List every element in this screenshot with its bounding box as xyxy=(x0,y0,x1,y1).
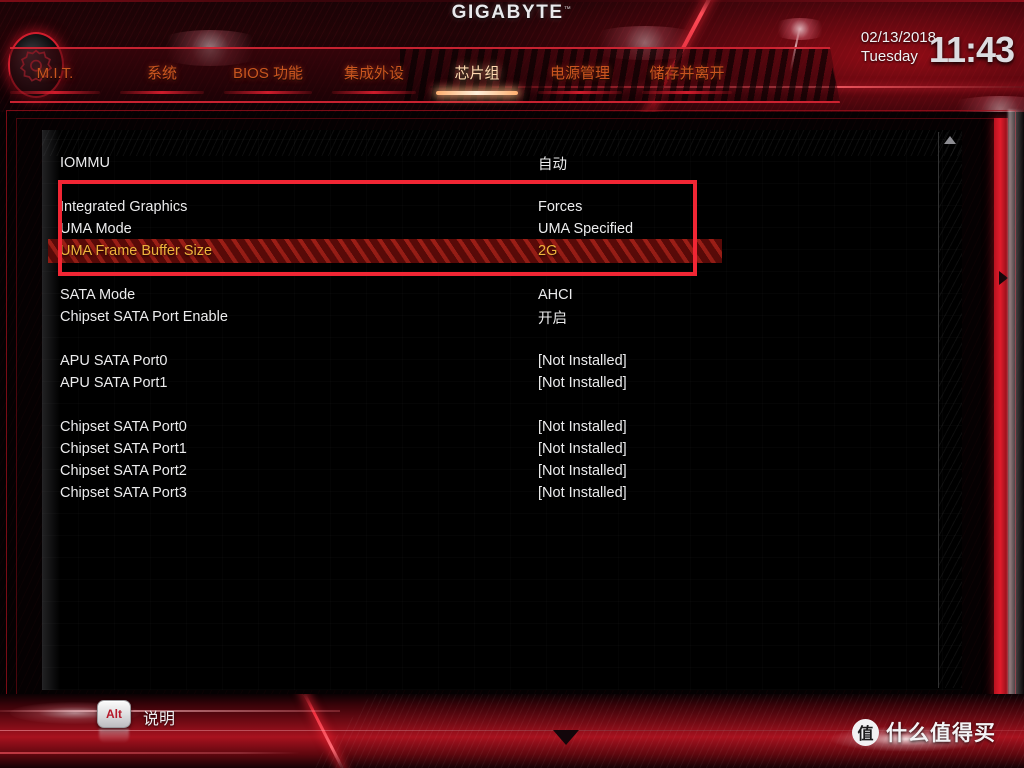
nav-tab-underline xyxy=(224,91,312,94)
settings-panel: IOMMU 自动 Integrated Graphics Forces UMA Mode… xyxy=(42,130,962,690)
setting-label: SATA Mode xyxy=(60,287,136,303)
nav-tab-label: 集成外设 xyxy=(343,65,404,82)
settings-row[interactable]: UMA Mode UMA Specified xyxy=(60,218,944,240)
setting-label: IOMMU xyxy=(60,155,110,171)
settings-row[interactable]: Chipset SATA Port3 [Not Installed] xyxy=(60,482,944,504)
settings-row[interactable]: APU SATA Port1 [Not Installed] xyxy=(60,372,944,394)
nav-tab-7[interactable]: 储存并离开 xyxy=(632,62,742,108)
nav-tab-label: 芯片组 xyxy=(454,65,500,82)
setting-value[interactable]: Forces xyxy=(538,199,582,215)
setting-value[interactable]: 开启 xyxy=(538,307,567,328)
settings-row[interactable]: Chipset SATA Port1 [Not Installed] xyxy=(60,438,944,460)
settings-row[interactable]: Integrated Graphics Forces xyxy=(60,196,944,218)
setting-value[interactable]: [Not Installed] xyxy=(538,375,627,391)
side-gloss-edge xyxy=(1008,110,1024,710)
trademark-symbol: ™ xyxy=(563,5,573,13)
side-red-strip xyxy=(994,118,1008,698)
watermark-badge-icon: 值 xyxy=(852,718,879,746)
alt-help-label: 说明 xyxy=(143,711,176,728)
scroll-down-arrow-icon[interactable] xyxy=(553,730,579,745)
setting-label: APU SATA Port0 xyxy=(60,353,168,369)
nav-tab-label: 电源管理 xyxy=(549,65,610,82)
alt-key-button[interactable]: Alt xyxy=(97,700,131,728)
settings-row[interactable]: Chipset SATA Port0 [Not Installed] xyxy=(60,416,944,438)
nav-tab-6[interactable]: 电源管理 xyxy=(528,62,632,108)
alt-key-reflection xyxy=(99,729,129,743)
nav-tab-underline xyxy=(120,91,204,94)
nav-tab-underline xyxy=(436,91,518,95)
weekday-text: Tuesday xyxy=(860,48,918,65)
clock-time: 11:43 xyxy=(928,29,1015,70)
setting-value[interactable]: 自动 xyxy=(538,153,567,174)
setting-value[interactable]: [Not Installed] xyxy=(538,353,627,369)
setting-value[interactable]: 2G xyxy=(538,243,557,259)
setting-label: Chipset SATA Port1 xyxy=(60,441,187,457)
setting-label: Integrated Graphics xyxy=(60,199,188,215)
nav-tab-5[interactable]: 芯片组 xyxy=(426,62,528,108)
setting-label: Chipset SATA Port2 xyxy=(60,463,187,479)
watermark-text: 什么值得买 xyxy=(886,722,996,745)
scroll-up-arrow-icon[interactable] xyxy=(944,136,956,144)
nav-tab-3[interactable]: BIOS 功能 xyxy=(214,62,322,108)
brand-logo: GIGABYTE™ xyxy=(0,2,1024,24)
setting-label: Chipset SATA Port Enable xyxy=(60,309,228,325)
bios-screen: GIGABYTE™ M.I.T. 系统 BIOS 功能 集成外设 芯片组 电源管理 储存并离… xyxy=(0,0,1024,768)
nav-tab-2[interactable]: 系统 xyxy=(110,62,214,108)
scrollbar-track[interactable] xyxy=(938,132,962,688)
setting-label: UMA Mode xyxy=(60,221,132,237)
nav-tab-label: 系统 xyxy=(146,65,177,82)
nav-tab-1[interactable]: M.I.T. xyxy=(0,62,110,108)
nav-tab-label: M.I.T. xyxy=(36,65,74,82)
nav-tab-label: 储存并离开 xyxy=(649,65,725,82)
setting-value[interactable]: [Not Installed] xyxy=(538,485,627,501)
setting-value[interactable]: [Not Installed] xyxy=(538,419,627,435)
nav-tab-underline xyxy=(332,91,416,94)
setting-label: Chipset SATA Port0 xyxy=(60,419,187,435)
setting-value[interactable]: AHCI xyxy=(538,287,573,303)
brand-name: GIGABYTE xyxy=(451,2,564,23)
setting-label: UMA Frame Buffer Size xyxy=(60,243,213,259)
header: GIGABYTE™ M.I.T. 系统 BIOS 功能 集成外设 芯片组 电源管理 储存并离… xyxy=(0,0,1024,112)
main-nav: M.I.T. 系统 BIOS 功能 集成外设 芯片组 电源管理 储存并离开 xyxy=(0,62,840,108)
nav-tab-underline xyxy=(642,91,732,94)
settings-row[interactable]: Chipset SATA Port2 [Not Installed] xyxy=(60,460,944,482)
setting-value[interactable]: UMA Specified xyxy=(538,221,633,237)
nav-tab-4[interactable]: 集成外设 xyxy=(322,62,426,108)
footer-lower-line xyxy=(0,752,300,754)
setting-value[interactable]: [Not Installed] xyxy=(538,441,627,457)
setting-label: APU SATA Port1 xyxy=(60,375,168,391)
settings-row[interactable]: UMA Frame Buffer Size 2G xyxy=(48,239,944,263)
setting-label: Chipset SATA Port3 xyxy=(60,485,187,501)
nav-tab-underline xyxy=(538,91,622,94)
settings-row-list: IOMMU 自动 Integrated Graphics Forces UMA Mode… xyxy=(42,130,962,690)
settings-row[interactable]: APU SATA Port0 [Not Installed] xyxy=(60,350,944,372)
clock-date: 02/13/2018 Tuesday xyxy=(861,28,936,66)
watermark: 值 什么值得买 xyxy=(852,717,996,747)
date-text: 02/13/2018 xyxy=(860,29,936,46)
side-right-arrow-icon[interactable] xyxy=(999,271,1008,285)
setting-value[interactable]: [Not Installed] xyxy=(538,463,627,479)
settings-row[interactable]: SATA Mode AHCI xyxy=(60,284,944,306)
nav-tab-underline xyxy=(10,91,100,94)
settings-row[interactable]: IOMMU 自动 xyxy=(60,152,944,174)
nav-tab-label: BIOS 功能 xyxy=(232,65,303,82)
settings-row[interactable]: Chipset SATA Port Enable 开启 xyxy=(60,306,944,328)
